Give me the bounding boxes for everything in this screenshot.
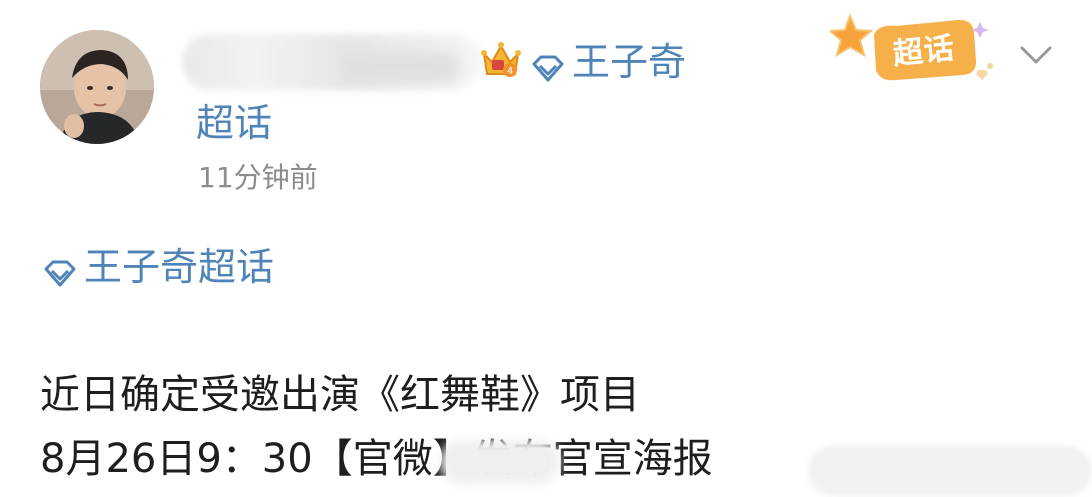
topic-tag-link[interactable]: 王子奇超话: [42, 243, 274, 291]
post-timestamp: 11分钟前: [198, 161, 318, 194]
post-body-line-1: 近日确定受邀出演《红舞鞋》项目: [40, 372, 640, 418]
chevron-down-icon[interactable]: [1016, 40, 1056, 70]
avatar[interactable]: [40, 30, 154, 144]
topic-link-top[interactable]: 王子奇: [530, 38, 686, 86]
watermark-redacted: [808, 446, 1092, 496]
topic-name-part1[interactable]: 王子奇: [572, 38, 686, 86]
crown-icon: 4: [480, 40, 522, 80]
post-body-line-2: 8月26日9：30【官微】发布官宣海报: [40, 436, 713, 482]
text-redacted-blur: [440, 440, 560, 484]
diamond-icon: [530, 47, 566, 82]
topic-tag-label[interactable]: 王子奇超话: [84, 243, 274, 291]
diamond-icon: [42, 252, 78, 287]
weibo-post-card: 4 王子奇 超话 11分钟前 超话 王子奇超话 近日确定受邀出演《红舞鞋》项目 …: [0, 0, 1092, 497]
svg-text:4: 4: [507, 66, 513, 77]
topic-name-part2[interactable]: 超话: [196, 99, 272, 147]
username-redacted-overlay: [340, 52, 460, 82]
